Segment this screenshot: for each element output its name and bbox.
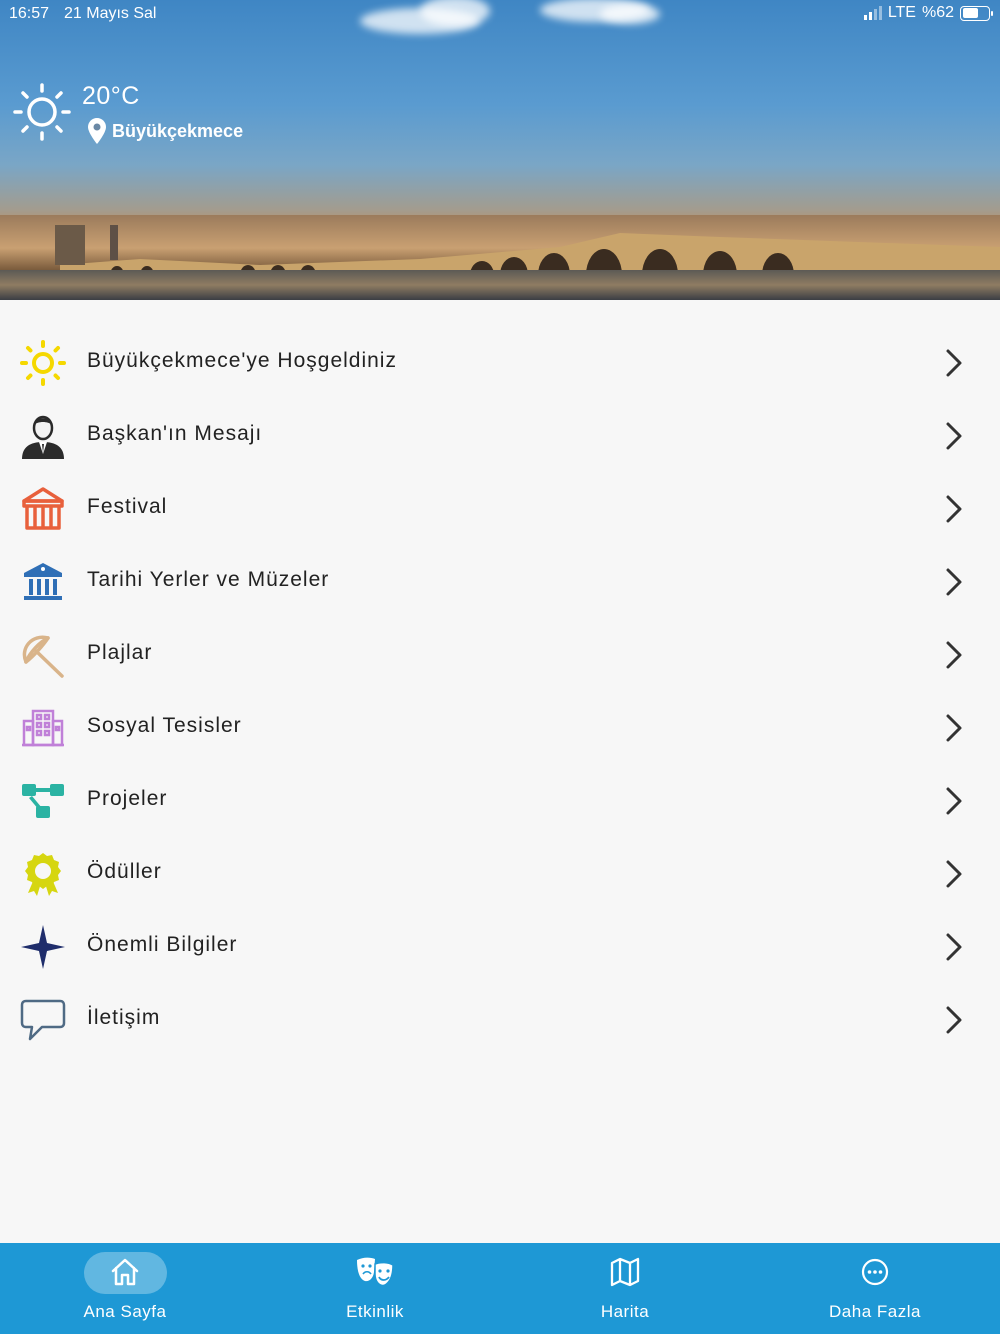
tab-more[interactable]: Daha Fazla xyxy=(750,1243,1000,1334)
award-icon xyxy=(20,851,66,897)
person-icon xyxy=(20,413,66,459)
menu-item-awards[interactable]: Ödüller xyxy=(0,837,1000,910)
menu-item-projects[interactable]: Projeler xyxy=(0,764,1000,837)
menu-item-historic-places[interactable]: Tarihi Yerler ve Müzeler xyxy=(0,545,1000,618)
menu-item-mayor-message[interactable]: Başkan'ın Mesajı xyxy=(0,399,1000,472)
sun-icon xyxy=(20,340,66,386)
battery-icon xyxy=(960,5,993,21)
status-time: 16:57 xyxy=(9,5,50,22)
chevron-right-icon xyxy=(944,859,964,894)
menu-item-label: Başkan'ın Mesajı xyxy=(87,422,263,445)
home-icon xyxy=(111,1258,139,1286)
location-name: Büyükçekmece xyxy=(112,120,244,141)
menu-item-label: Plajlar xyxy=(87,641,153,664)
location: Büyükçekmece xyxy=(88,118,243,144)
chevron-right-icon xyxy=(944,494,964,529)
header-banner: 16:57 21 Mayıs Sal LTE %62 20°C Büyükçek… xyxy=(0,0,1000,300)
theater-masks-icon xyxy=(357,1257,394,1287)
chevron-right-icon xyxy=(944,567,964,602)
bottom-tab-bar: Ana Sayfa Etkinlik Harita Daha Fazla xyxy=(0,1243,1000,1334)
location-pin-icon xyxy=(88,118,106,144)
umbrella-icon xyxy=(20,632,66,678)
menu-item-contact[interactable]: İletişim xyxy=(0,983,1000,1056)
menu-item-welcome[interactable]: Büyükçekmece'ye Hoşgeldiniz xyxy=(0,326,1000,399)
chevron-right-icon xyxy=(944,713,964,748)
tab-label: Ana Sayfa xyxy=(83,1302,167,1321)
menu-item-label: Tarihi Yerler ve Müzeler xyxy=(87,568,330,591)
menu-item-beaches[interactable]: Plajlar xyxy=(0,618,1000,691)
menu-item-label: Büyükçekmece'ye Hoşgeldiniz xyxy=(87,349,397,372)
menu-item-festival[interactable]: Festival xyxy=(0,472,1000,545)
sun-icon xyxy=(13,83,71,141)
tab-events[interactable]: Etkinlik xyxy=(250,1243,500,1334)
lake-water xyxy=(0,270,1000,300)
flow-icon xyxy=(20,778,66,824)
battery-percent: %62 xyxy=(921,4,954,21)
tab-map[interactable]: Harita xyxy=(500,1243,750,1334)
tab-home[interactable]: Ana Sayfa xyxy=(0,1243,250,1334)
chevron-right-icon xyxy=(944,348,964,383)
menu-item-important-info[interactable]: Önemli Bilgiler xyxy=(0,910,1000,983)
status-bar: 16:57 21 Mayıs Sal LTE %62 xyxy=(0,0,1000,28)
menu-item-label: İletişim xyxy=(87,1006,161,1029)
menu-item-label: Festival xyxy=(87,495,168,518)
tent-icon xyxy=(20,486,66,532)
menu-item-label: Sosyal Tesisler xyxy=(87,714,242,737)
menu-item-label: Ödüller xyxy=(87,860,162,883)
app-screen: 16:57 21 Mayıs Sal LTE %62 20°C Büyükçek… xyxy=(0,0,1000,1334)
tab-label: Etkinlik xyxy=(346,1302,404,1321)
chevron-right-icon xyxy=(944,932,964,967)
menu-item-social-facilities[interactable]: Sosyal Tesisler xyxy=(0,691,1000,764)
chat-icon xyxy=(20,997,66,1043)
chevron-right-icon xyxy=(944,1005,964,1040)
menu-item-label: Projeler xyxy=(87,787,168,810)
more-icon xyxy=(861,1258,889,1286)
map-icon xyxy=(610,1257,640,1287)
menu-list: Büyükçekmece'ye Hoşgeldiniz Başkan'ın Me… xyxy=(0,326,1000,1056)
tab-label: Harita xyxy=(600,1302,650,1321)
chevron-right-icon xyxy=(944,786,964,821)
menu-item-label: Önemli Bilgiler xyxy=(87,933,238,956)
building-icon xyxy=(20,705,66,751)
star-icon xyxy=(20,924,66,970)
temperature: 20°C xyxy=(82,82,140,110)
museum-icon xyxy=(20,559,66,605)
chevron-right-icon xyxy=(944,421,964,456)
signal-icon xyxy=(863,6,882,20)
chevron-right-icon xyxy=(944,640,964,675)
tab-label: Daha Fazla xyxy=(829,1302,921,1321)
status-date: 21 Mayıs Sal xyxy=(64,5,157,22)
network-label: LTE xyxy=(887,4,916,21)
